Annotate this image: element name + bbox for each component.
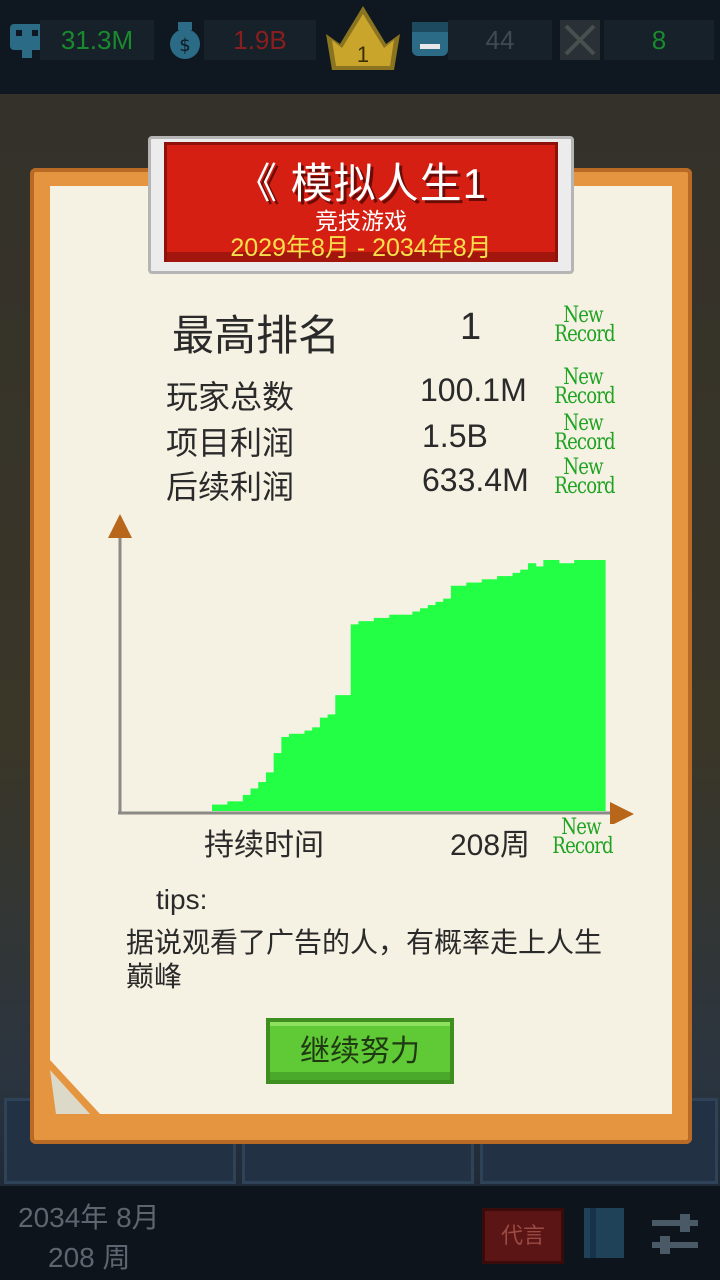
cross-box-icon [560, 20, 600, 60]
chart-area-step [512, 572, 521, 811]
chart-area-step [558, 563, 568, 811]
chart-area-step [219, 804, 229, 811]
chart-area-step [265, 772, 275, 811]
chart-area-step [489, 579, 498, 811]
continue-button[interactable]: 继续努力 [266, 1018, 454, 1084]
chart-area-step [381, 617, 390, 811]
chart-area-step [420, 608, 429, 811]
endorse-button[interactable]: 代言 [482, 1208, 564, 1264]
best-rank-value: 1 [460, 306, 482, 348]
chart-area-step [350, 624, 360, 811]
chart-area-step [443, 598, 452, 811]
chart-area-step [289, 733, 298, 811]
employees-stat[interactable]: 44 [408, 20, 552, 60]
chart-area-step [543, 560, 552, 811]
chart-area-step [296, 733, 306, 811]
new-record-badge: New Record [552, 815, 613, 859]
chart-area-step [589, 560, 598, 811]
tips-text: 据说观看了广告的人，有概率走上人生巅峰 [126, 927, 603, 992]
money-bag-icon: $ [170, 22, 200, 59]
chart-area-step [566, 563, 575, 811]
project-profit-value: 1.5B [422, 418, 488, 454]
chart-area-step [312, 727, 321, 811]
chart-area-step [427, 605, 437, 811]
chart-area-step [389, 614, 398, 811]
fails-value: 8 [604, 20, 714, 60]
x-axis-label: 持续时间 [204, 829, 324, 862]
chart-area-step [497, 576, 506, 811]
chart-area-step [273, 753, 282, 811]
chart-area-step [212, 804, 221, 811]
chart-area-step [581, 560, 591, 811]
chart-area-step [343, 695, 352, 811]
chart-area-step [527, 563, 537, 811]
chart-area-step [227, 801, 236, 811]
rank-value: 1 [356, 42, 370, 67]
book-icon[interactable] [582, 1206, 626, 1260]
chart-area-step [304, 730, 313, 811]
fans-value: 31.3M [40, 20, 154, 60]
settings-sliders-icon[interactable] [650, 1212, 700, 1256]
follow-up-profit-value: 633.4M [422, 462, 529, 498]
money-stat[interactable]: $ 1.9B [164, 20, 316, 60]
chart-area-step [474, 582, 483, 811]
best-rank-label: 最高排名 [172, 312, 341, 359]
new-record-badge: New Record [554, 365, 615, 409]
total-players-value: 100.1M [420, 372, 527, 408]
chart-area-step [504, 576, 514, 811]
chart-area-step [435, 601, 444, 811]
chart-area-step [396, 614, 406, 811]
current-date: 2034年 8月 [18, 1202, 160, 1233]
current-week: 208 周 [48, 1242, 131, 1273]
total-players-label: 玩家总数 [166, 379, 295, 415]
tips-label: tips: [156, 884, 208, 915]
chart-area-step [551, 560, 560, 811]
chart-area-step [250, 788, 259, 811]
follow-up-profit-label: 后续利润 [166, 469, 295, 505]
chart-area-step [335, 695, 344, 811]
x-axis-arrow [610, 802, 634, 824]
y-axis-arrow [108, 514, 132, 538]
chart-area-step [373, 617, 383, 811]
new-record-badge: New Record [554, 303, 615, 347]
fans-stat[interactable]: 31.3M [6, 20, 154, 60]
chart-area-step [327, 714, 336, 811]
svg-text:$: $ [179, 35, 190, 56]
chart-area-step [319, 717, 329, 811]
project-profit-label: 项目利润 [166, 425, 295, 461]
game-period: 2029年8月 - 2034年8月 [230, 234, 492, 262]
chart-area-step [574, 560, 583, 811]
chart-area-step [258, 782, 267, 811]
new-record-badge: New Record [554, 411, 615, 455]
players-chart [108, 514, 634, 824]
chart-area-step [458, 585, 467, 811]
money-value: 1.9B [204, 20, 316, 60]
chart-area-step [366, 621, 375, 811]
chart-area-step [535, 566, 544, 811]
chart-area-step [412, 611, 421, 811]
chart-area-step [235, 801, 244, 811]
new-record-badge: New Record [554, 455, 615, 499]
chart-area-step [481, 579, 491, 811]
chart-area-step [404, 614, 413, 811]
top-status-bar: 31.3M $ 1.9B 1 44 8 [0, 0, 720, 94]
page-curl [50, 1060, 100, 1114]
chart-area-step [450, 585, 460, 811]
employees-value: 44 [448, 20, 552, 60]
employee-face-icon [412, 22, 448, 56]
chart-area-step [597, 560, 606, 811]
x-axis-end-label: 208周 [450, 829, 531, 862]
chart-area-series [212, 560, 606, 811]
chart-area-step [281, 736, 290, 811]
fails-stat[interactable]: 8 [558, 20, 714, 60]
chart-area-step [520, 569, 529, 811]
chart-area-step [242, 794, 252, 811]
chart-area-step [466, 582, 475, 811]
chart-area-step [358, 621, 367, 811]
